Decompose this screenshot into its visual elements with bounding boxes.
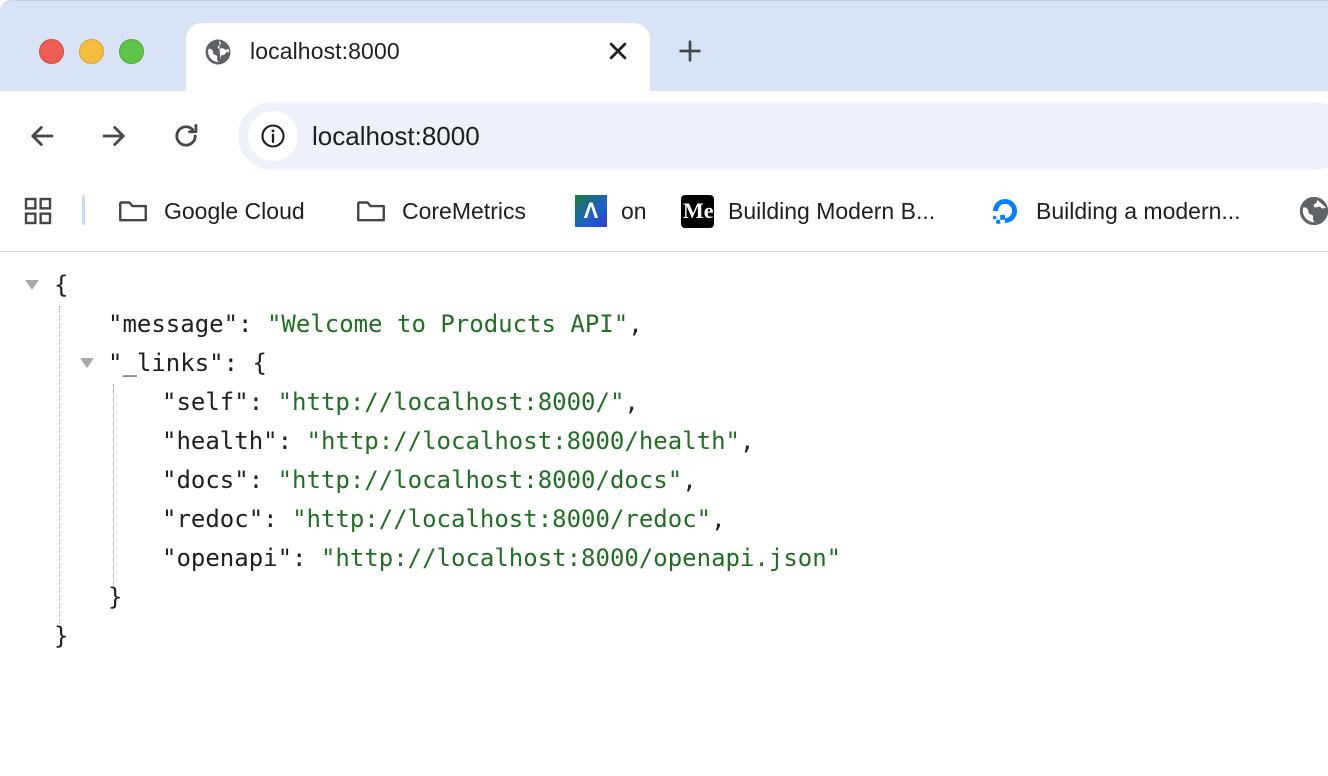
json-line-message: "message": "Welcome to Products API", <box>108 310 643 338</box>
brace: } <box>108 583 123 611</box>
comma: , <box>739 427 755 455</box>
json-key: "self" <box>162 388 249 416</box>
arrow-left-icon[interactable] <box>25 119 59 153</box>
collapse-links-toggle[interactable] <box>80 358 94 368</box>
browser-toolbar: localhost:8000 <box>0 91 1328 181</box>
comma: , <box>682 466 697 494</box>
comma: , <box>711 505 726 533</box>
apps-grid-icon[interactable] <box>22 195 54 227</box>
folder-icon <box>119 201 147 222</box>
json-open-brace: { <box>54 266 68 305</box>
json-viewer: { "message": "Welcome to Products API", … <box>0 252 1328 776</box>
json-string-value: "Welcome to Products API" <box>266 310 629 338</box>
json-key: "health" <box>162 427 278 455</box>
json-string-value[interactable]: "http://localhost:8000/redoc" <box>292 505 711 533</box>
bookmarks-bar: Google Cloud CoreMetrics Λ on Me Buildin… <box>0 181 1328 252</box>
digitalocean-icon <box>992 198 1018 224</box>
json-key: "message" <box>108 310 239 338</box>
collapse-root-toggle[interactable] <box>25 280 39 290</box>
medium-icon: Me <box>681 194 714 228</box>
window-minimize-button[interactable] <box>79 39 104 64</box>
window-close-button[interactable] <box>39 39 64 64</box>
brace: { <box>54 271 69 299</box>
json-key: "openapi" <box>162 544 293 572</box>
json-string-value[interactable]: "http://localhost:8000/" <box>278 388 625 416</box>
bookmark-coremetrics[interactable]: CoreMetrics <box>354 191 526 231</box>
indent-guide <box>59 306 60 624</box>
close-icon[interactable] <box>603 36 633 66</box>
arrow-right-icon[interactable] <box>97 119 131 153</box>
indent-guide <box>113 384 114 586</box>
plus-icon[interactable] <box>674 35 706 67</box>
address-bar[interactable]: localhost:8000 <box>238 102 1328 170</box>
bookmark-label: on <box>621 197 647 224</box>
json-string-value[interactable]: "http://localhost:8000/openapi.json" <box>321 544 841 572</box>
json-close-brace-links: } <box>108 578 122 617</box>
bookmark-building-a-modern[interactable]: Building a modern... <box>988 191 1241 231</box>
bookmark-on[interactable]: Λ on <box>575 191 647 231</box>
json-key: "redoc" <box>162 505 264 533</box>
json-line-docs: "docs": "http://localhost:8000/docs", <box>162 466 697 494</box>
url-text[interactable]: localhost:8000 <box>312 121 480 152</box>
json-key: "docs" <box>162 466 249 494</box>
json-close-brace-root: } <box>54 617 68 656</box>
folder-icon <box>357 201 385 222</box>
tab-strip: localhost:8000 <box>0 0 1328 92</box>
globe-icon <box>205 39 231 65</box>
json-line-health: "health": "http://localhost:8000/health"… <box>162 427 755 455</box>
bookmark-label: Building a modern... <box>1036 197 1241 224</box>
bookmark-label: Google Cloud <box>164 197 305 224</box>
bookmark-globe[interactable] <box>1297 191 1328 231</box>
json-key: "_links" <box>108 349 224 377</box>
bookmark-label: CoreMetrics <box>402 197 526 224</box>
json-line-redoc: "redoc": "http://localhost:8000/redoc", <box>162 505 726 533</box>
brace: { <box>252 349 267 377</box>
json-line-links: "_links": { <box>108 349 267 377</box>
browser-tab-active[interactable]: localhost:8000 <box>186 23 650 92</box>
json-line-openapi: "openapi": "http://localhost:8000/openap… <box>162 544 842 572</box>
tab-title: localhost:8000 <box>250 38 400 64</box>
avatar-a-icon: Λ <box>575 195 607 227</box>
window-zoom-button[interactable] <box>119 39 144 64</box>
json-line-self: "self": "http://localhost:8000/", <box>162 388 639 416</box>
bookmark-building-modern-b[interactable]: Me Building Modern B... <box>681 191 935 231</box>
globe-icon <box>1299 196 1328 226</box>
brace: } <box>54 622 69 650</box>
info-icon <box>261 124 285 148</box>
browser-window: localhost:8000 localhost:8000 Google Clo… <box>0 0 1328 776</box>
comma: , <box>624 388 639 416</box>
bookmark-label: Building Modern B... <box>728 197 936 224</box>
bookmark-google-cloud[interactable]: Google Cloud <box>116 191 305 231</box>
json-string-value[interactable]: "http://localhost:8000/health" <box>307 427 740 455</box>
reload-icon[interactable] <box>169 119 203 153</box>
site-info-button[interactable] <box>248 111 298 161</box>
json-string-value[interactable]: "http://localhost:8000/docs" <box>278 466 683 494</box>
bookmarks-separator <box>82 195 85 225</box>
